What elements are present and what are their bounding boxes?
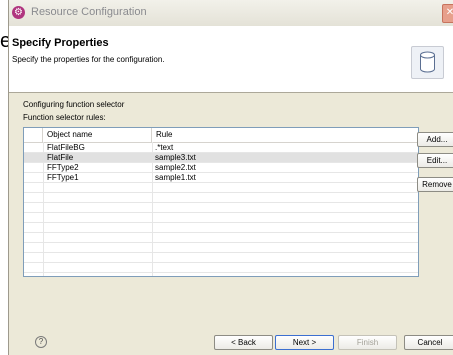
empty-row bbox=[24, 233, 418, 243]
screen: e ⚙ Resource Configuration ✕ Specify Pro… bbox=[0, 0, 453, 355]
cell-rule: sample3.txt bbox=[155, 153, 196, 162]
cell-rule: .*text bbox=[155, 143, 174, 152]
table-row[interactable]: FlatFileBG .*text bbox=[24, 143, 418, 153]
header-banner: Specify Properties Specify the propertie… bbox=[9, 26, 453, 93]
cylinder-icon bbox=[411, 46, 444, 79]
gear-icon: ⚙ bbox=[12, 6, 25, 19]
window-title: Resource Configuration bbox=[31, 6, 147, 18]
empty-row bbox=[24, 193, 418, 203]
empty-row bbox=[24, 253, 418, 263]
rules-label: Function selector rules: bbox=[23, 113, 106, 122]
column-header-object-name[interactable]: Object name bbox=[43, 128, 152, 142]
next-button[interactable]: Next > bbox=[275, 335, 334, 350]
empty-row bbox=[24, 183, 418, 193]
table-row[interactable]: FlatFile sample3.txt bbox=[24, 153, 418, 163]
empty-row bbox=[24, 263, 418, 273]
empty-row bbox=[24, 243, 418, 253]
cell-object-name: FFType1 bbox=[47, 173, 79, 182]
table-row[interactable]: FFType1 sample1.txt bbox=[24, 173, 418, 183]
table-row[interactable]: FFType2 sample2.txt bbox=[24, 163, 418, 173]
page-description: Specify the properties for the configura… bbox=[12, 55, 165, 64]
back-button[interactable]: < Back bbox=[214, 335, 273, 350]
table-header: Object name Rule bbox=[24, 128, 418, 143]
configuring-label: Configuring function selector bbox=[23, 100, 125, 109]
cell-rule: sample2.txt bbox=[155, 163, 196, 172]
resource-configuration-dialog: ⚙ Resource Configuration ✕ Specify Prope… bbox=[8, 0, 453, 355]
edit-button[interactable]: Edit... bbox=[417, 153, 453, 168]
cancel-button[interactable]: Cancel bbox=[404, 335, 453, 350]
cell-object-name: FlatFileBG bbox=[47, 143, 85, 152]
rules-table[interactable]: Object name Rule FlatFileBG .*text FlatF… bbox=[23, 127, 419, 277]
empty-row bbox=[24, 223, 418, 233]
finish-button[interactable]: Finish bbox=[338, 335, 397, 350]
close-button[interactable]: ✕ bbox=[442, 4, 453, 23]
empty-row bbox=[24, 213, 418, 223]
remove-button[interactable]: Remove bbox=[417, 177, 453, 192]
cell-rule: sample1.txt bbox=[155, 173, 196, 182]
add-button[interactable]: Add... bbox=[417, 132, 453, 147]
column-header-rule[interactable]: Rule bbox=[152, 128, 418, 142]
empty-row bbox=[24, 203, 418, 213]
page-title: Specify Properties bbox=[12, 37, 109, 49]
cell-object-name: FlatFile bbox=[47, 153, 74, 162]
cell-object-name: FFType2 bbox=[47, 163, 79, 172]
help-icon[interactable]: ? bbox=[35, 336, 47, 348]
header-spacer bbox=[24, 128, 43, 142]
title-bar[interactable]: ⚙ Resource Configuration ✕ bbox=[9, 0, 453, 27]
background-window: e bbox=[0, 0, 11, 355]
